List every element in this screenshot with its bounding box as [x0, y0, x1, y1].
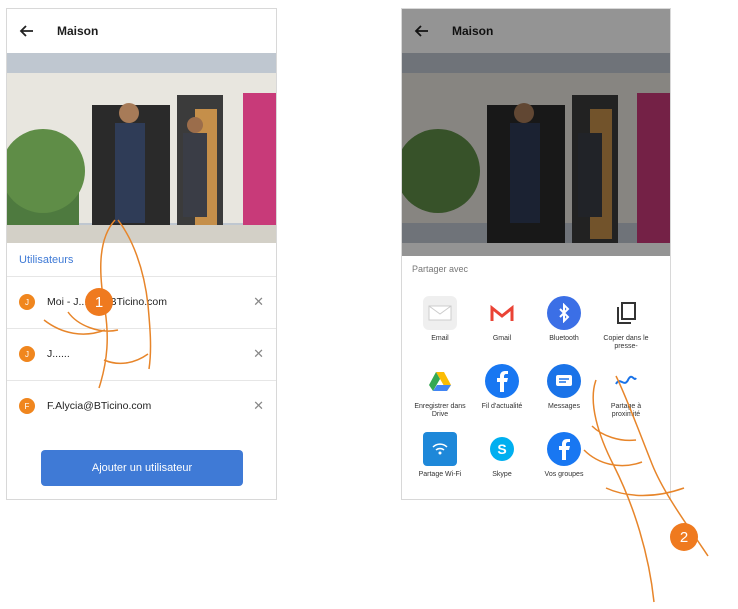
step-marker-1: 1 — [85, 288, 113, 316]
dim-overlay — [402, 9, 670, 256]
remove-user-icon[interactable]: ✕ — [253, 398, 264, 414]
bluetooth-icon — [547, 296, 581, 330]
facebook-icon — [485, 364, 519, 398]
share-option-gmail[interactable]: Gmail — [472, 296, 532, 343]
page-title: Maison — [57, 24, 99, 38]
remove-user-icon[interactable]: ✕ — [253, 294, 264, 310]
top-bar: Maison — [7, 9, 276, 53]
hand-gesture-illustration-2 — [583, 375, 709, 603]
hand-gesture-illustration-1 — [43, 219, 152, 389]
share-option-skype[interactable]: S Skype — [472, 432, 532, 479]
email-icon — [423, 296, 457, 330]
share-option-drive[interactable]: Enregistrer dans Drive — [410, 364, 470, 419]
remove-user-icon[interactable]: ✕ — [253, 346, 264, 362]
share-option-facebook-feed[interactable]: Fil d'actualité — [472, 364, 532, 411]
wifi-share-icon — [423, 432, 457, 466]
share-option-bluetooth[interactable]: Bluetooth — [534, 296, 594, 343]
add-user-button[interactable]: Ajouter un utilisateur — [41, 450, 243, 486]
share-option-wifi[interactable]: Partage Wi-Fi — [410, 432, 470, 479]
share-label: Enregistrer dans Drive — [414, 403, 466, 419]
share-label: Fil d'actualité — [481, 403, 523, 410]
gmail-icon — [485, 296, 519, 330]
copy-icon — [609, 296, 643, 330]
share-label: Partage Wi-Fi — [418, 471, 462, 478]
share-title: Partager avec — [412, 264, 469, 274]
share-label: Email — [431, 335, 449, 342]
skype-icon: S — [485, 432, 519, 466]
step-marker-2: 2 — [670, 523, 698, 551]
share-label: Skype — [492, 471, 512, 478]
share-label: Gmail — [492, 335, 512, 342]
drive-icon — [423, 364, 457, 398]
share-option-email[interactable]: Email — [410, 296, 470, 343]
back-arrow-icon[interactable] — [19, 23, 35, 39]
